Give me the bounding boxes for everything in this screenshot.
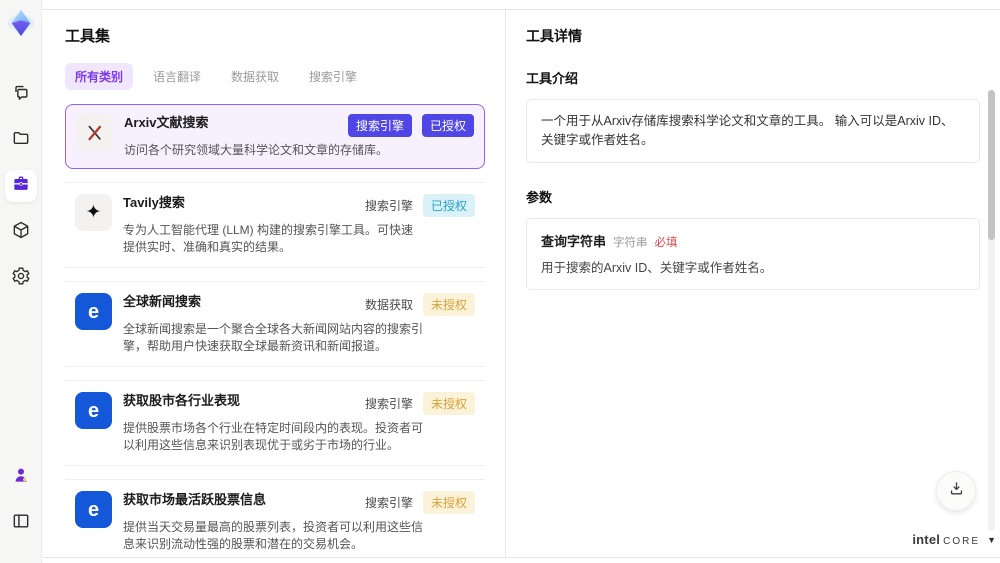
sidebar-bottom: [5, 461, 37, 553]
download-button[interactable]: [936, 471, 976, 511]
category-tab[interactable]: 数据获取: [221, 63, 289, 90]
tool-name: 获取股市各行业表现: [123, 393, 241, 408]
stock-sector-icon: e: [75, 392, 112, 429]
tool-name: 获取市场最活跃股票信息: [123, 492, 267, 507]
auth-status-badge: 未授权: [422, 392, 475, 415]
param-head: 查询字符串 字符串 必填: [541, 231, 965, 250]
briefcase-icon: [11, 174, 31, 199]
tool-name: Arxiv文献搜索: [124, 115, 209, 130]
global-news-icon: e: [75, 293, 112, 330]
tool-card[interactable]: e 获取股市各行业表现 搜索引擎 未授权 提供股票市场各个行业在特定时间段内的表…: [65, 380, 485, 466]
tool-card[interactable]: e 获取市场最活跃股票信息 搜索引擎 未授权 提供当天交易量最高的股票列表，投资…: [65, 479, 485, 557]
tool-card[interactable]: e 全球新闻搜索 数据获取 未授权 全球新闻搜索是一个聚合全球各大新闻网站内容的…: [65, 281, 485, 367]
auth-status-badge: 已授权: [422, 194, 475, 217]
tool-card[interactable]: ✦ Tavily搜索 搜索引擎 已授权 专为人工智能代理 (LLM) 构建的搜索…: [65, 182, 485, 268]
sidebar-item-account[interactable]: [5, 461, 37, 493]
sidebar-item-chat[interactable]: [5, 78, 37, 110]
tool-category-label: 搜索引擎: [364, 199, 413, 213]
tool-detail-panel: 工具详情 工具介绍 一个用于从Arxiv存储库搜索科学论文和文章的工具。 输入可…: [505, 10, 1000, 557]
tool-category-label: 搜索引擎: [364, 397, 413, 411]
app-sidebar: [0, 0, 42, 563]
tool-name: 全球新闻搜索: [123, 294, 202, 309]
download-icon: [948, 480, 965, 502]
auth-status-badge: 已授权: [421, 114, 474, 137]
sidebar-item-files[interactable]: [5, 124, 37, 156]
gear-icon: [11, 266, 31, 291]
tool-category-label: 搜索引擎: [364, 496, 413, 510]
intel-core-logo: intel CORE: [912, 532, 980, 547]
chat-icon: [11, 82, 31, 107]
category-tab[interactable]: 搜索引擎: [299, 63, 367, 90]
tool-description: 专为人工智能代理 (LLM) 构建的搜索引擎工具。可快速提供实时、准确和真实的结…: [123, 223, 414, 254]
intel-wordmark: intel: [912, 532, 941, 547]
tool-description: 提供股票市场各个行业在特定时间段内的表现。投资者可以利用这些信息来识别表现优于或…: [123, 421, 424, 452]
folder-icon: [11, 128, 31, 153]
auth-status-badge: 未授权: [422, 491, 475, 514]
cube-icon: [11, 220, 31, 245]
tool-description: 提供当天交易量最高的股票列表，投资者可以利用这些信息来识别流动性强的股票和潜在的…: [123, 520, 424, 551]
arxiv-logo-icon: [76, 114, 113, 151]
params-heading: 参数: [526, 190, 553, 205]
avatar-icon: [11, 465, 31, 490]
auth-status-badge: 未授权: [422, 293, 475, 316]
param-box: 查询字符串 字符串 必填 用于搜索的Arxiv ID、关键字或作者姓名。: [526, 218, 980, 290]
param-required-flag: 必填: [654, 237, 678, 249]
content-area: 工具集 所有类别 语言翻译 数据获取 搜索引擎 Arxiv文献搜索 搜索引擎 已…: [42, 9, 1000, 558]
tool-list: Arxiv文献搜索 搜索引擎 已授权 访问各个研究领域大量科学论文和文章的存储库…: [65, 104, 485, 557]
tool-category-label: 搜索引擎: [347, 114, 412, 137]
page-title: 工具集: [65, 28, 111, 45]
tool-name: Tavily搜索: [123, 195, 185, 210]
param-name: 查询字符串: [541, 234, 607, 249]
category-tab[interactable]: 语言翻译: [143, 63, 211, 90]
toolset-panel: 工具集 所有类别 语言翻译 数据获取 搜索引擎 Arxiv文献搜索 搜索引擎 已…: [42, 10, 505, 557]
intro-heading: 工具介绍: [526, 71, 579, 86]
detail-title: 工具详情: [526, 28, 582, 44]
active-stock-icon: e: [75, 491, 112, 528]
tool-card[interactable]: Arxiv文献搜索 搜索引擎 已授权 访问各个研究领域大量科学论文和文章的存储库…: [65, 104, 485, 169]
tool-category-label: 数据获取: [364, 298, 413, 312]
sidebar-item-toolbox[interactable]: [4, 170, 37, 202]
category-tab[interactable]: 所有类别: [65, 63, 134, 90]
param-type: 字符串: [613, 237, 648, 249]
sidebar-item-packages[interactable]: [5, 216, 37, 248]
panel-toggle-icon: [11, 511, 31, 536]
intro-box: 一个用于从Arxiv存储库搜索科学论文和文章的工具。 输入可以是Arxiv ID…: [526, 99, 980, 163]
tool-description: 全球新闻搜索是一个聚合全球各大新闻网站内容的搜索引擎，帮助用户快速获取全球最新资…: [123, 322, 424, 353]
category-tabs: 所有类别 语言翻译 数据获取 搜索引擎: [65, 63, 483, 90]
tool-description: 访问各个研究领域大量科学论文和文章的存储库。: [124, 143, 389, 157]
tavily-star-icon: ✦: [75, 194, 112, 231]
param-desc: 用于搜索的Arxiv ID、关键字或作者姓名。: [541, 261, 773, 275]
sidebar-item-collapse[interactable]: [5, 507, 37, 539]
core-wordmark: CORE: [943, 536, 980, 547]
gem-logo-icon: [6, 8, 36, 38]
sidebar-item-settings[interactable]: [5, 262, 37, 294]
